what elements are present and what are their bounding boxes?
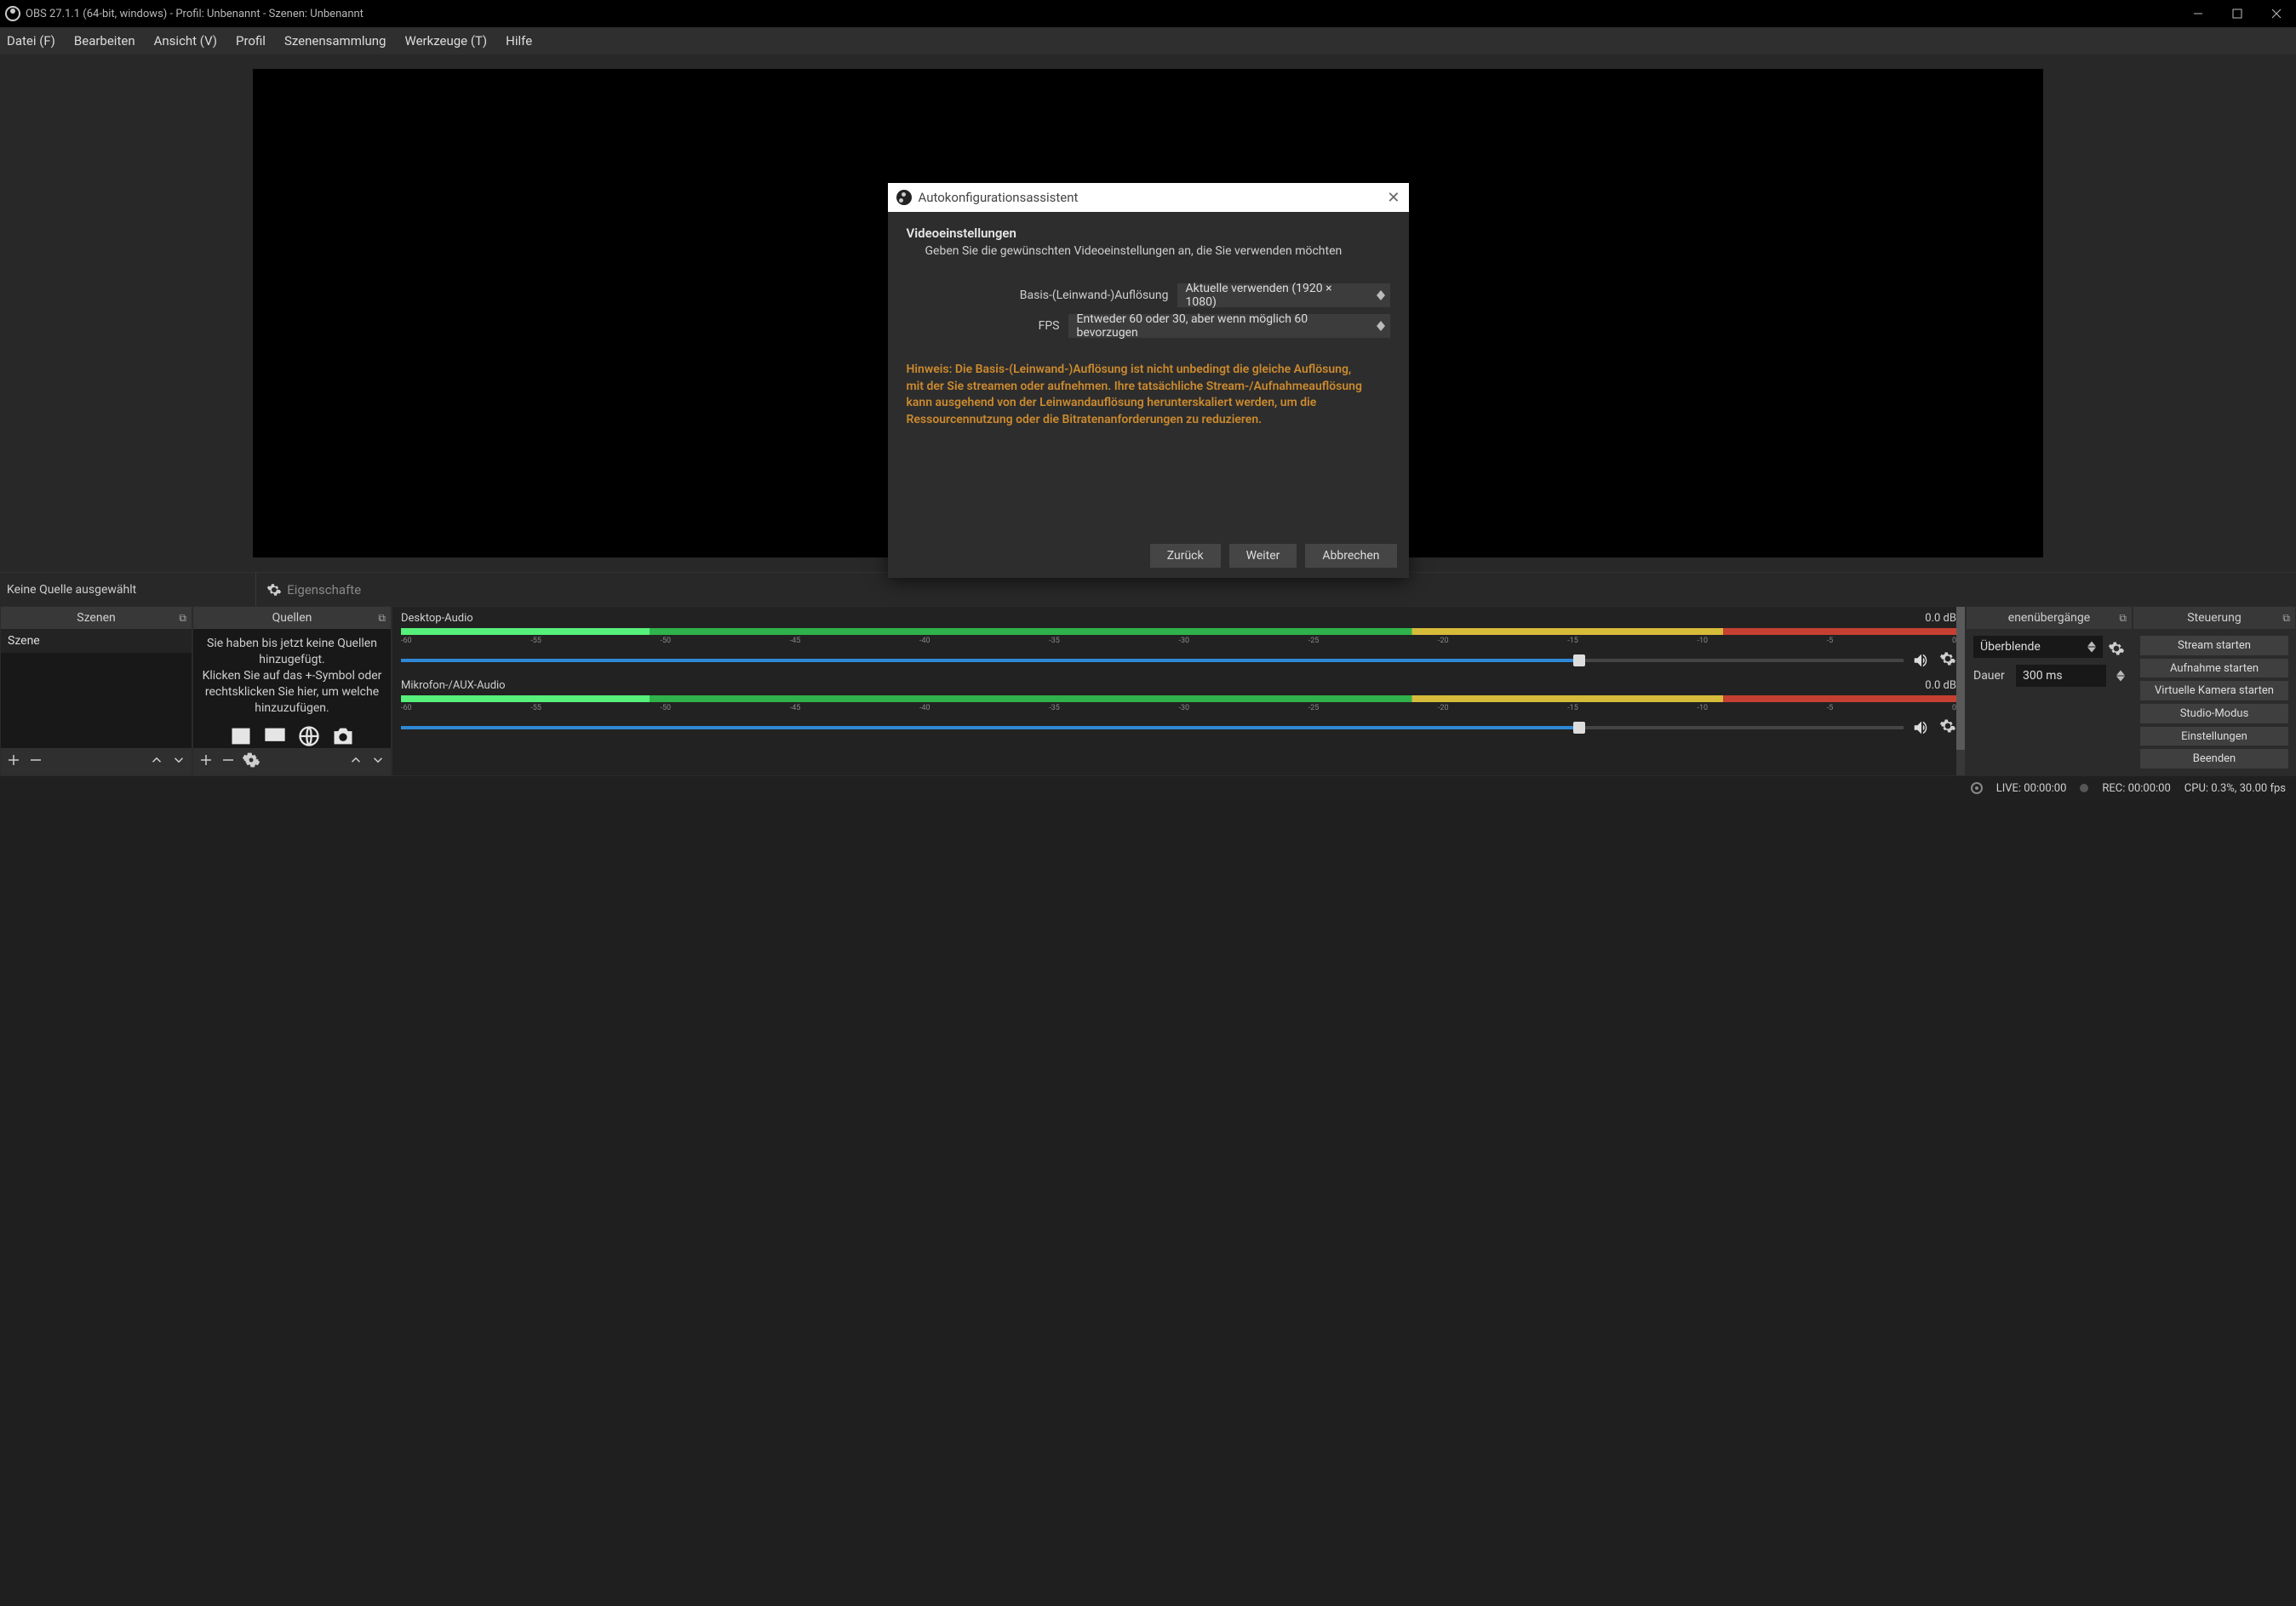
dialog-subheading: Geben Sie die gewünschten Videoeinstellu… xyxy=(907,244,1390,258)
exit-button[interactable]: Beenden xyxy=(2140,749,2288,769)
source-settings-button[interactable] xyxy=(243,752,260,772)
mixer-channel-desktop: Desktop-Audio 0.0 dB -60-55-50-45-40-35-… xyxy=(401,612,1956,671)
status-cpu: CPU: 0.3%, 30.00 fps xyxy=(2184,782,2286,795)
duration-spinner[interactable] xyxy=(2116,670,2125,682)
transition-settings-button[interactable] xyxy=(2108,640,2125,660)
menu-profile[interactable]: Profil xyxy=(236,33,266,49)
window-title: OBS 27.1.1 (64-bit, windows) - Profil: U… xyxy=(26,8,364,20)
start-recording-button[interactable]: Aufnahme starten xyxy=(2140,659,2288,678)
resolution-label: Basis-(Leinwand-)Auflösung xyxy=(1020,289,1169,302)
channel-settings-button[interactable] xyxy=(1939,650,1956,671)
minimize-button[interactable] xyxy=(2179,0,2218,27)
menu-bar: Datei (F) Bearbeiten Ansicht (V) Profil … xyxy=(0,27,2296,54)
mixer-channel-name: Mikrofon-/AUX-Audio xyxy=(401,679,506,692)
mixer-channel-db: 0.0 dB xyxy=(1925,612,1956,625)
speaker-icon[interactable] xyxy=(1912,651,1931,670)
panel-sources: Quellen ⧉ Sie haben bis jetzt keine Quell… xyxy=(192,606,392,776)
dialog-heading: Videoeinstellungen xyxy=(907,226,1390,241)
menu-help[interactable]: Hilfe xyxy=(506,33,532,49)
dialog-close-button[interactable]: ✕ xyxy=(1387,189,1400,207)
undock-icon[interactable]: ⧉ xyxy=(2282,612,2290,625)
cancel-button[interactable]: Abbrechen xyxy=(1305,544,1396,568)
mixer-channel-mic: Mikrofon-/AUX-Audio 0.0 dB -60-55-50-45-… xyxy=(401,679,1956,738)
studio-mode-button[interactable]: Studio-Modus xyxy=(2140,704,2288,723)
panel-controls-title: Steuerung xyxy=(2187,611,2242,625)
source-type-icons xyxy=(227,724,357,748)
back-button[interactable]: Zurück xyxy=(1150,544,1221,568)
camera-icon xyxy=(329,724,357,748)
volume-slider[interactable] xyxy=(401,726,1904,729)
panels-row: Szenen ⧉ Szene Quellen ⧉ Sie haben bis jet… xyxy=(0,606,2296,776)
globe-icon xyxy=(295,724,323,748)
dialog-title: Autokonfigurationsassistent xyxy=(919,190,1079,205)
undock-icon[interactable]: ⧉ xyxy=(179,612,186,625)
dialog-hint: Hinweis: Die Basis-(Leinwand-)Auflösung … xyxy=(907,362,1390,428)
speaker-icon[interactable] xyxy=(1912,718,1931,737)
source-down-button[interactable] xyxy=(370,752,386,771)
maximize-button[interactable] xyxy=(2218,0,2257,27)
status-bar: LIVE: 00:00:00 REC: 00:00:00 CPU: 0.3%, … xyxy=(0,776,2296,800)
sources-empty-line1: Sie haben bis jetzt keine Quellen hinzug… xyxy=(200,636,384,668)
undock-icon[interactable]: ⧉ xyxy=(378,612,386,625)
scene-remove-button[interactable] xyxy=(28,752,43,771)
fps-label: FPS xyxy=(1039,319,1060,333)
mixer-channel-name: Desktop-Audio xyxy=(401,612,473,625)
properties-button[interactable]: Eigenschafte xyxy=(266,582,361,597)
source-add-button[interactable] xyxy=(198,752,214,771)
menu-tools[interactable]: Werkzeuge (T) xyxy=(404,33,487,49)
panel-transitions-title: enenübergänge xyxy=(2008,611,2090,625)
next-button[interactable]: Weiter xyxy=(1229,544,1297,568)
transition-duration-label: Dauer xyxy=(1973,669,2009,683)
mixer-scrollbar[interactable] xyxy=(1956,607,1965,775)
audio-meter xyxy=(401,695,1956,702)
status-rec: REC: 00:00:00 xyxy=(2102,782,2170,795)
window-titlebar: OBS 27.1.1 (64-bit, windows) - Profil: U… xyxy=(0,0,2296,27)
panel-scenes: Szenen ⧉ Szene xyxy=(0,606,192,776)
settings-button[interactable]: Einstellungen xyxy=(2140,727,2288,746)
panel-controls: Steuerung ⧉ Stream starten Aufnahme start… xyxy=(2133,606,2296,776)
scene-up-button[interactable] xyxy=(149,752,164,771)
display-icon xyxy=(261,724,289,748)
panel-audio-mixer: Desktop-Audio 0.0 dB -60-55-50-45-40-35-… xyxy=(392,606,1966,776)
menu-edit[interactable]: Bearbeiten xyxy=(74,33,135,49)
meter-ticks: -60-55-50-45-40-35-30-25-20-15-10-50 xyxy=(401,637,1956,645)
menu-file[interactable]: Datei (F) xyxy=(7,33,55,49)
fps-combo[interactable]: Entweder 60 oder 30, aber wenn möglich 6… xyxy=(1068,314,1390,338)
scene-down-button[interactable] xyxy=(171,752,186,771)
image-icon xyxy=(227,724,255,748)
scene-item[interactable]: Szene xyxy=(1,629,192,653)
gear-icon xyxy=(266,582,282,597)
no-source-label: Keine Quelle ausgewählt xyxy=(7,583,136,597)
broadcast-icon xyxy=(1971,782,1983,794)
autoconfig-dialog: Autokonfigurationsassistent ✕ Videoeinst… xyxy=(888,183,1409,578)
panel-scenes-title: Szenen xyxy=(77,611,115,625)
start-stream-button[interactable]: Stream starten xyxy=(2140,636,2288,655)
status-live: LIVE: 00:00:00 xyxy=(1996,782,2067,795)
sources-empty-body[interactable]: Sie haben bis jetzt keine Quellen hinzug… xyxy=(193,629,391,748)
close-button[interactable] xyxy=(2257,0,2296,27)
channel-settings-button[interactable] xyxy=(1939,717,1956,738)
obs-logo-icon xyxy=(896,190,912,205)
obs-logo-icon xyxy=(5,6,20,21)
transition-type-combo[interactable]: Überblende xyxy=(1973,636,2103,658)
rec-indicator-icon xyxy=(2080,784,2088,792)
undock-icon[interactable]: ⧉ xyxy=(2119,612,2127,625)
mixer-channel-db: 0.0 dB xyxy=(1925,679,1956,692)
panel-sources-title: Quellen xyxy=(272,611,312,625)
scene-add-button[interactable] xyxy=(6,752,21,771)
start-virtual-cam-button[interactable]: Virtuelle Kamera starten xyxy=(2140,681,2288,700)
audio-meter xyxy=(401,628,1956,635)
sources-empty-line2: Klicken Sie auf das +-Symbol oder rechts… xyxy=(200,668,384,717)
volume-slider[interactable] xyxy=(401,659,1904,662)
menu-view[interactable]: Ansicht (V) xyxy=(154,33,217,49)
transition-duration-input[interactable]: 300 ms xyxy=(2016,665,2106,687)
meter-ticks: -60-55-50-45-40-35-30-25-20-15-10-50 xyxy=(401,704,1956,712)
source-up-button[interactable] xyxy=(348,752,364,771)
panel-transitions: enenübergänge ⧉ Überblende Dauer 300 ms xyxy=(1966,606,2133,776)
menu-scene-collection[interactable]: Szenensammlung xyxy=(284,33,386,49)
resolution-combo[interactable]: Aktuelle verwenden (1920 × 1080) xyxy=(1177,283,1390,307)
source-remove-button[interactable] xyxy=(220,752,236,771)
